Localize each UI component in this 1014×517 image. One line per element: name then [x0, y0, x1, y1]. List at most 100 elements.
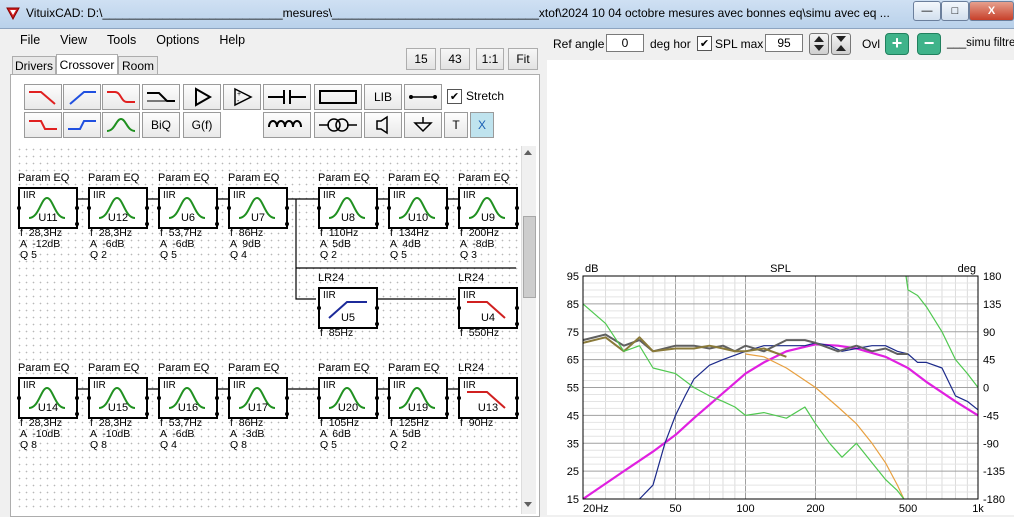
minimize-button[interactable]: — [913, 1, 941, 21]
connector-pin[interactable] [157, 396, 161, 400]
grid-y-button[interactable]: 43 [440, 48, 470, 70]
spl-up-down-button[interactable] [809, 33, 829, 55]
connector-pin[interactable] [317, 206, 321, 210]
connector-pin[interactable] [445, 412, 449, 416]
connector-pin[interactable] [145, 222, 149, 226]
delete-tool-button[interactable]: X [470, 112, 494, 138]
connector-pin[interactable] [145, 412, 149, 416]
connector-pin[interactable] [215, 412, 219, 416]
connector-pin[interactable] [375, 412, 379, 416]
filter-block-u5[interactable]: IIR U5 [317, 287, 379, 329]
connector-pin[interactable] [375, 396, 379, 400]
filter-block-u7[interactable]: IIR U7 [227, 187, 289, 229]
transformer-button[interactable] [314, 112, 362, 138]
connector-pin[interactable] [457, 206, 461, 210]
filter-block-u11[interactable]: IIR U11 [17, 187, 79, 229]
filter-block-u9[interactable]: IIR U9 [457, 187, 519, 229]
filter-block-u4[interactable]: IIR U4 [457, 287, 519, 329]
connector-pin[interactable] [515, 206, 519, 210]
gf-button[interactable]: G(f) [183, 112, 221, 138]
filter-block-u20[interactable]: IIR U20 [317, 377, 379, 419]
connector-pin[interactable] [215, 396, 219, 400]
stretch-checkbox[interactable]: ✔ [447, 89, 462, 104]
connector-pin[interactable] [87, 206, 91, 210]
text-tool-button[interactable]: T [444, 112, 468, 138]
wire-button[interactable] [404, 84, 442, 110]
connector-pin[interactable] [75, 222, 79, 226]
resistor-button[interactable] [314, 84, 362, 110]
peaking-button[interactable] [102, 112, 140, 138]
filter-block-u19[interactable]: IIR U19 [387, 377, 449, 419]
filter-block-u10[interactable]: IIR U10 [387, 187, 449, 229]
filter-block-u12[interactable]: IIR U12 [87, 187, 149, 229]
tab-drivers[interactable]: Drivers [12, 56, 56, 74]
menu-view[interactable]: View [50, 30, 97, 52]
allpass-lp-button[interactable] [24, 112, 62, 138]
opamp-button[interactable]: + - [223, 84, 261, 110]
connector-pin[interactable] [457, 396, 461, 400]
remove-overlay-button[interactable]: − [917, 33, 941, 55]
spl-max-checkbox[interactable]: ✔ [697, 36, 712, 51]
menu-options[interactable]: Options [146, 30, 209, 52]
ref-angle-input[interactable] [606, 34, 644, 52]
maximize-button[interactable]: □ [941, 1, 969, 21]
filter-block-u15[interactable]: IIR U15 [87, 377, 149, 419]
library-button[interactable]: LIB [364, 84, 402, 110]
tab-room[interactable]: Room [118, 56, 158, 74]
connector-pin[interactable] [375, 322, 379, 326]
connector-pin[interactable] [145, 206, 149, 210]
connector-pin[interactable] [75, 412, 79, 416]
menu-help[interactable]: Help [209, 30, 255, 52]
connector-pin[interactable] [285, 222, 289, 226]
filter-block-u14[interactable]: IIR U14 [17, 377, 79, 419]
connector-pin[interactable] [387, 396, 391, 400]
inductor-button[interactable] [263, 112, 311, 138]
fit-button[interactable]: Fit [508, 48, 538, 70]
close-button[interactable]: X [969, 1, 1014, 21]
scroll-down-icon[interactable] [524, 502, 532, 507]
lowshelf-button[interactable] [102, 84, 140, 110]
connector-pin[interactable] [285, 412, 289, 416]
connector-pin[interactable] [17, 396, 21, 400]
connector-pin[interactable] [215, 222, 219, 226]
connector-pin[interactable] [215, 206, 219, 210]
connector-pin[interactable] [445, 222, 449, 226]
connector-pin[interactable] [457, 306, 461, 310]
biquad-button[interactable]: BiQ [142, 112, 180, 138]
connector-pin[interactable] [445, 396, 449, 400]
overlay-name-field[interactable]: ___simu filtre [947, 37, 1014, 49]
connector-pin[interactable] [317, 396, 321, 400]
filter-block-u8[interactable]: IIR U8 [317, 187, 379, 229]
connector-pin[interactable] [157, 206, 161, 210]
filter-block-u13[interactable]: IIR U13 [457, 377, 519, 419]
connector-pin[interactable] [17, 206, 21, 210]
delay-button[interactable] [142, 84, 180, 110]
vertical-scrollbar[interactable] [521, 146, 536, 514]
filter-block-u17[interactable]: IIR U17 [227, 377, 289, 419]
connector-pin[interactable] [317, 306, 321, 310]
ground-button[interactable] [404, 112, 442, 138]
speaker-button[interactable] [364, 112, 402, 138]
connector-pin[interactable] [87, 396, 91, 400]
scroll-thumb[interactable] [523, 216, 536, 298]
filter-block-u6[interactable]: IIR U6 [157, 187, 219, 229]
connector-pin[interactable] [375, 206, 379, 210]
gain-button[interactable] [183, 84, 221, 110]
add-overlay-button[interactable]: + [885, 33, 909, 55]
connector-pin[interactable] [515, 306, 519, 310]
spl-chart[interactable]: dB SPL deg 95 85 75 65 55 45 35 25 15 180 135 90 45 0 -45… [547, 260, 1014, 515]
filter-block-u16[interactable]: IIR U16 [157, 377, 219, 419]
connector-pin[interactable] [285, 206, 289, 210]
connector-pin[interactable] [375, 306, 379, 310]
lowpass-button[interactable] [24, 84, 62, 110]
spl-reset-button[interactable] [831, 33, 851, 55]
connector-pin[interactable] [387, 206, 391, 210]
connector-pin[interactable] [75, 396, 79, 400]
menu-file[interactable]: File [10, 30, 50, 52]
spl-max-input[interactable] [765, 34, 803, 52]
grid-x-button[interactable]: 15 [406, 48, 436, 70]
capacitor-button[interactable] [263, 84, 311, 110]
tab-crossover[interactable]: Crossover [56, 54, 118, 75]
ratio-button[interactable]: 1:1 [476, 48, 504, 70]
connector-pin[interactable] [375, 222, 379, 226]
